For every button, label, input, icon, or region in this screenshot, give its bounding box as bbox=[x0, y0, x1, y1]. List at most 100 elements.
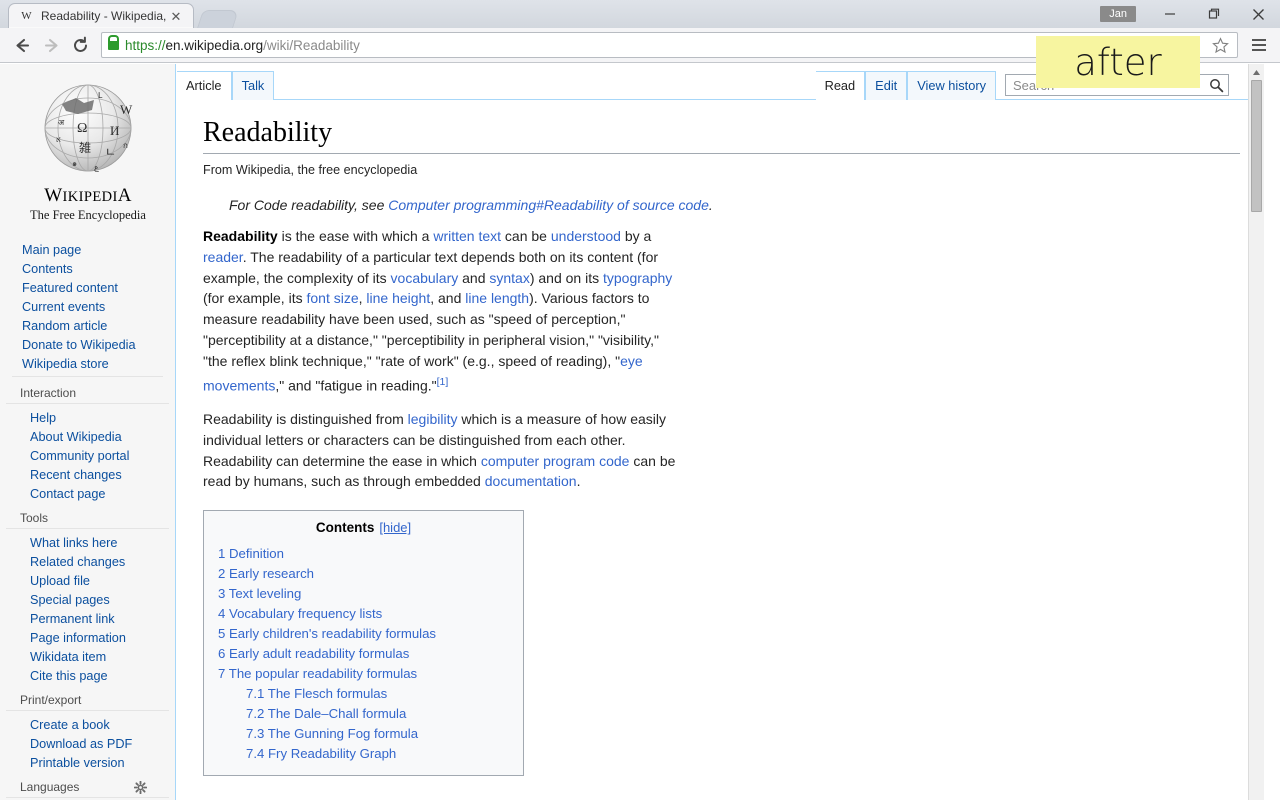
link-documentation[interactable]: documentation bbox=[485, 473, 577, 489]
sidebar-item-wikipedia-store[interactable]: Wikipedia store bbox=[22, 357, 109, 371]
svg-text:ก: ก bbox=[123, 141, 128, 150]
sidebar-item-community-portal[interactable]: Community portal bbox=[30, 449, 129, 463]
close-tab-icon[interactable]: ✕ bbox=[168, 8, 184, 24]
sidebar-heading-interaction: Interaction bbox=[6, 386, 169, 404]
page-title: Readability bbox=[203, 117, 1240, 154]
search-magnifier-icon[interactable] bbox=[1209, 78, 1224, 93]
toc-link-7[interactable]: 7 The popular readability formulas bbox=[218, 666, 417, 681]
list-item: Contact page bbox=[6, 483, 169, 502]
link-computer-program-code[interactable]: computer program code bbox=[481, 453, 630, 469]
toc-link-7-3[interactable]: 7.3 The Gunning Fog formula bbox=[246, 726, 418, 741]
toc-link-4[interactable]: 4 Vocabulary frequency lists bbox=[218, 606, 382, 621]
sidebar-item-featured-content[interactable]: Featured content bbox=[22, 281, 118, 295]
close-window-button[interactable] bbox=[1236, 0, 1280, 28]
sidebar-item-contact-page[interactable]: Contact page bbox=[30, 487, 105, 501]
hatnote: For Code readability, see Computer progr… bbox=[229, 197, 1222, 213]
svg-text:अ: अ bbox=[58, 118, 65, 127]
sidebar-item-main-page[interactable]: Main page bbox=[22, 243, 81, 257]
sidebar-heading-languages: Languages bbox=[6, 780, 169, 798]
sidebar-item-related-changes[interactable]: Related changes bbox=[30, 555, 125, 569]
toc-link-7-2[interactable]: 7.2 The Dale–Chall formula bbox=[246, 706, 406, 721]
toc-link-7-1[interactable]: 7.1 The Flesch formulas bbox=[246, 686, 387, 701]
wikipedia-logo[interactable]: W Ω И 雑 ㄴ अ א ก Լ ๑ ع WIKIPEDIA The Free… bbox=[0, 78, 176, 223]
browser-tab-title: Readability - Wikipedia, th bbox=[41, 9, 168, 23]
toc-link-7-4[interactable]: 7.4 Fry Readability Graph bbox=[246, 746, 396, 761]
toc-link-1[interactable]: 1 Definition bbox=[218, 546, 284, 561]
sidebar-item-contents[interactable]: Contents bbox=[22, 262, 73, 276]
toc-entry: 5 Early children's readability formulas bbox=[218, 623, 509, 643]
toc-link-3[interactable]: 3 Text leveling bbox=[218, 586, 301, 601]
list-item: Page information bbox=[6, 627, 169, 646]
list-item: Cite this page bbox=[6, 665, 169, 684]
maximize-button[interactable] bbox=[1192, 0, 1236, 28]
sidebar-item-printable-version[interactable]: Printable version bbox=[30, 756, 125, 770]
hatnote-link[interactable]: Computer programming#Readability of sour… bbox=[388, 197, 709, 213]
back-button-icon[interactable] bbox=[8, 31, 37, 60]
sidebar-item-wikidata-item[interactable]: Wikidata item bbox=[30, 650, 106, 664]
sidebar-item-upload-file[interactable]: Upload file bbox=[30, 574, 90, 588]
sidebar-item-current-events[interactable]: Current events bbox=[22, 300, 105, 314]
window-controls: Jan bbox=[1100, 0, 1280, 28]
sidebar-group-navigation: Main page Contents Featured content Current… bbox=[0, 239, 175, 377]
toc-entry: 4 Vocabulary frequency lists bbox=[218, 603, 509, 623]
link-font-size[interactable]: font size bbox=[306, 290, 358, 306]
reference-marker: [1] bbox=[437, 375, 449, 388]
new-tab-button[interactable] bbox=[197, 10, 239, 28]
tab-edit[interactable]: Edit bbox=[865, 71, 908, 100]
sidebar-group-languages: Languages bbox=[0, 780, 175, 800]
link-typography[interactable]: typography bbox=[603, 270, 672, 286]
toc-toggle-link[interactable]: [hide] bbox=[379, 520, 411, 535]
star-icon[interactable] bbox=[1207, 32, 1233, 58]
sidebar-item-donate-to-wikipedia[interactable]: Donate to Wikipedia bbox=[22, 338, 136, 352]
reload-button-icon[interactable] bbox=[66, 31, 95, 60]
link-syntax[interactable]: syntax bbox=[489, 270, 529, 286]
toc-link-2[interactable]: 2 Early research bbox=[218, 566, 314, 581]
sidebar-interaction-list: Help About Wikipedia Community portal Recen… bbox=[6, 407, 169, 502]
hatnote-prefix: For Code readability, see bbox=[229, 197, 389, 213]
sidebar-item-recent-changes[interactable]: Recent changes bbox=[30, 468, 122, 482]
toc-link-5[interactable]: 5 Early children's readability formulas bbox=[218, 626, 436, 641]
link-vocabulary[interactable]: vocabulary bbox=[391, 270, 459, 286]
sidebar-item-download-as-pdf[interactable]: Download as PDF bbox=[30, 737, 132, 751]
wikipedia-content: ArticleTalk ReadEditView history Create … bbox=[177, 64, 1248, 800]
link-understood[interactable]: understood bbox=[551, 228, 621, 244]
toc-entry: 3 Text leveling bbox=[218, 583, 509, 603]
toc-link-6[interactable]: 6 Early adult readability formulas bbox=[218, 646, 409, 661]
sidebar-item-random-article[interactable]: Random article bbox=[22, 319, 107, 333]
scroll-up-arrow-icon[interactable] bbox=[1249, 64, 1264, 80]
minimize-button[interactable] bbox=[1148, 0, 1192, 28]
link-line-length[interactable]: line length bbox=[465, 290, 529, 306]
forward-button-icon[interactable] bbox=[37, 31, 66, 60]
sidebar-item-cite-this-page[interactable]: Cite this page bbox=[30, 669, 108, 683]
system-tray-label: Jan bbox=[1100, 6, 1136, 22]
link-line-height[interactable]: line height bbox=[366, 290, 430, 306]
sidebar-item-permanent-link[interactable]: Permanent link bbox=[30, 612, 115, 626]
sidebar-item-page-information[interactable]: Page information bbox=[30, 631, 126, 645]
list-item: Upload file bbox=[6, 570, 169, 589]
list-item: Download as PDF bbox=[6, 733, 169, 752]
browser-tab-active[interactable]: W Readability - Wikipedia, th ✕ bbox=[8, 3, 194, 28]
link-legibility[interactable]: legibility bbox=[408, 411, 458, 427]
page-scrollbar[interactable] bbox=[1248, 64, 1264, 800]
hamburger-menu-icon[interactable] bbox=[1246, 32, 1272, 58]
site-subtitle: From Wikipedia, the free encyclopedia bbox=[203, 163, 418, 177]
sidebar-item-special-pages[interactable]: Special pages bbox=[30, 593, 110, 607]
tab-article[interactable]: Article bbox=[177, 71, 232, 100]
tab-view-history[interactable]: View history bbox=[907, 71, 996, 100]
link-written-text[interactable]: written text bbox=[433, 228, 501, 244]
browser-titlebar: W Readability - Wikipedia, th ✕ Jan bbox=[0, 0, 1280, 28]
tab-read[interactable]: Read bbox=[815, 71, 866, 100]
sidebar-item-help[interactable]: Help bbox=[30, 411, 56, 425]
gear-icon[interactable] bbox=[134, 780, 147, 794]
sidebar-item-create-a-book[interactable]: Create a book bbox=[30, 718, 110, 732]
list-item: Help bbox=[6, 407, 169, 426]
tab-talk[interactable]: Talk bbox=[231, 71, 275, 100]
reference-link-1[interactable]: [1] bbox=[437, 376, 449, 388]
link-reader[interactable]: reader bbox=[203, 249, 243, 265]
table-of-contents: Contents [hide] 1 Definition 2 Early resea… bbox=[203, 510, 524, 777]
sidebar-item-about-wikipedia[interactable]: About Wikipedia bbox=[30, 430, 122, 444]
toc-title-label: Contents bbox=[315, 520, 375, 536]
scrollbar-thumb[interactable] bbox=[1251, 80, 1262, 212]
sidebar-item-what-links-here[interactable]: What links here bbox=[30, 536, 117, 550]
list-item: Donate to Wikipedia bbox=[6, 334, 169, 353]
